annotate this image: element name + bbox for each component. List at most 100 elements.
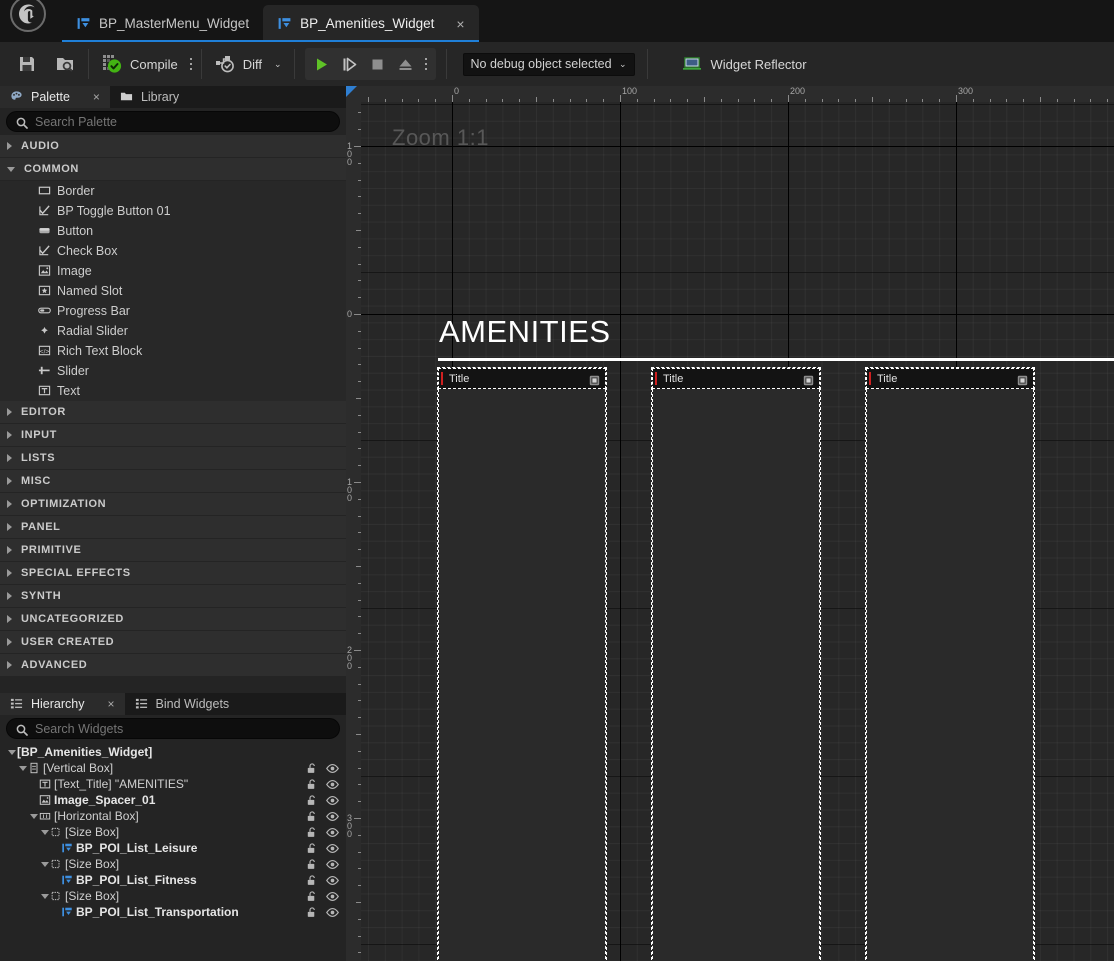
vertical-ruler[interactable]: 30020010001002003004005006007008009001	[346, 102, 361, 961]
hierarchy-tab-hierarchy[interactable]: Hierarchy ×	[0, 693, 125, 715]
palette-category-common[interactable]: COMMON	[0, 158, 346, 181]
lock-open-icon[interactable]	[305, 794, 318, 807]
palette-category-user-created[interactable]: USER CREATED	[0, 631, 346, 654]
palette-category-primitive[interactable]: PRIMITIVE	[0, 539, 346, 562]
lock-open-icon[interactable]	[305, 890, 318, 903]
palette-item-check-box[interactable]: Check Box	[0, 241, 346, 261]
palette-item-named-slot[interactable]: Named Slot	[0, 281, 346, 301]
palette-category-advanced[interactable]: ADVANCED	[0, 654, 346, 677]
close-icon[interactable]: ×	[456, 17, 464, 31]
chevron-down-icon[interactable]	[28, 811, 39, 822]
browse-to-asset-icon	[54, 53, 76, 75]
eye-icon[interactable]	[326, 778, 339, 791]
palette-category-special-effects[interactable]: SPECIAL EFFECTS	[0, 562, 346, 585]
close-icon[interactable]: ×	[93, 90, 100, 104]
play-options-button[interactable]	[421, 53, 432, 75]
diff-button[interactable]: Diff ⌄	[206, 47, 290, 81]
close-icon[interactable]: ×	[108, 697, 115, 711]
palette-category-optimization[interactable]: OPTIMIZATION	[0, 493, 346, 516]
lock-open-icon[interactable]	[305, 810, 318, 823]
eye-icon[interactable]	[326, 794, 339, 807]
search-widgets-input[interactable]: Search Widgets	[6, 718, 340, 739]
palette-item-bp-toggle-button-01[interactable]: BP Toggle Button 01	[0, 201, 346, 221]
hierarchy-row[interactable]: BP_POI_List_Leisure	[0, 840, 346, 856]
poi-list-widget[interactable]: Title	[652, 368, 820, 961]
lock-open-icon[interactable]	[305, 826, 318, 839]
ruler-h-minor-tick	[939, 99, 941, 102]
compile-button[interactable]: Compile	[93, 47, 186, 81]
asset-tab-active[interactable]: BP_Amenities_Widget ×	[62, 5, 479, 42]
stop-button[interactable]	[365, 50, 391, 78]
play-button[interactable]	[309, 50, 335, 78]
debug-object-selector[interactable]: No debug object selected ⌄	[462, 52, 635, 76]
size-box-slot[interactable]: Title	[437, 367, 607, 961]
palette-item-radial-slider[interactable]: Radial Slider	[0, 321, 346, 341]
lock-open-icon[interactable]	[305, 906, 318, 919]
image-spacer-01[interactable]	[438, 358, 1114, 361]
browse-to-asset-button[interactable]	[46, 47, 84, 81]
eye-icon[interactable]	[326, 874, 339, 887]
unreal-engine-logo-icon[interactable]	[10, 0, 46, 32]
eject-button[interactable]	[393, 50, 419, 78]
palette-item-text[interactable]: Text	[0, 381, 346, 401]
lock-open-icon[interactable]	[305, 778, 318, 791]
palette-category-misc[interactable]: MISC	[0, 470, 346, 493]
chevron-down-icon[interactable]	[6, 747, 17, 758]
palette-tab-palette[interactable]: Palette ×	[0, 86, 110, 108]
palette-item-slider[interactable]: Slider	[0, 361, 346, 381]
hierarchy-row[interactable]: [Text_Title] "AMENITIES"	[0, 776, 346, 792]
lock-open-icon[interactable]	[305, 842, 318, 855]
compile-options-button[interactable]	[186, 53, 197, 75]
text-title-amenities[interactable]: AMENITIES	[438, 314, 1114, 350]
eye-icon[interactable]	[326, 842, 339, 855]
search-palette-input[interactable]: Search Palette	[6, 111, 340, 132]
size-box-slot[interactable]: Title	[651, 367, 821, 961]
eye-icon[interactable]	[326, 762, 339, 775]
palette-category-input[interactable]: INPUT	[0, 424, 346, 447]
chevron-down-icon[interactable]	[39, 891, 50, 902]
horizontal-ruler[interactable]: 0001002003004005006007008009001000	[361, 86, 1114, 102]
eye-icon[interactable]	[326, 858, 339, 871]
eye-icon[interactable]	[326, 826, 339, 839]
eye-icon[interactable]	[326, 890, 339, 903]
palette-category-editor[interactable]: EDITOR	[0, 401, 346, 424]
eye-icon[interactable]	[326, 906, 339, 919]
hierarchy-tab-bind-widgets[interactable]: Bind Widgets	[124, 693, 240, 715]
ruler-corner[interactable]	[346, 86, 361, 102]
palette-item-progress-bar[interactable]: Progress Bar	[0, 301, 346, 321]
hierarchy-row[interactable]: [BP_Amenities_Widget]	[0, 744, 346, 760]
hierarchy-row[interactable]: [Horizontal Box]	[0, 808, 346, 824]
chevron-down-icon[interactable]	[39, 827, 50, 838]
palette-category-panel[interactable]: PANEL	[0, 516, 346, 539]
lock-open-icon[interactable]	[305, 762, 318, 775]
lock-open-icon[interactable]	[305, 858, 318, 871]
asset-tab-inactive[interactable]: BP_MasterMenu_Widget	[62, 5, 263, 42]
hierarchy-row[interactable]: [Size Box]	[0, 856, 346, 872]
palette-item-rich-text-block[interactable]: </> Rich Text Block	[0, 341, 346, 361]
palette-category-synth[interactable]: SYNTH	[0, 585, 346, 608]
size-box-slot[interactable]: Title	[865, 367, 1035, 961]
hierarchy-row[interactable]: Image_Spacer_01	[0, 792, 346, 808]
chevron-down-icon[interactable]	[17, 763, 28, 774]
hierarchy-row[interactable]: [Size Box]	[0, 824, 346, 840]
lock-open-icon[interactable]	[305, 874, 318, 887]
palette-item-image[interactable]: Image	[0, 261, 346, 281]
palette-category-lists[interactable]: LISTS	[0, 447, 346, 470]
widget-reflector-button[interactable]: Widget Reflector	[674, 47, 815, 81]
palette-category-uncategorized[interactable]: UNCATEGORIZED	[0, 608, 346, 631]
hierarchy-row[interactable]: [Size Box]	[0, 888, 346, 904]
palette-category-audio[interactable]: AUDIO	[0, 135, 346, 158]
palette-item-button[interactable]: Button	[0, 221, 346, 241]
hierarchy-row[interactable]: BP_POI_List_Transportation	[0, 904, 346, 920]
palette-item-border[interactable]: Border	[0, 181, 346, 201]
chevron-down-icon[interactable]	[39, 859, 50, 870]
eye-icon[interactable]	[326, 810, 339, 823]
palette-tab-library[interactable]: Library	[109, 86, 190, 108]
hierarchy-row[interactable]: [Vertical Box]	[0, 760, 346, 776]
poi-list-widget[interactable]: Title	[866, 368, 1034, 961]
designer-canvas[interactable]: Zoom 1:1 AMENITIES Title Title Title	[361, 102, 1114, 961]
hierarchy-row[interactable]: BP_POI_List_Fitness	[0, 872, 346, 888]
save-button[interactable]	[8, 47, 46, 81]
skip-frame-button[interactable]	[337, 50, 363, 78]
poi-list-widget[interactable]: Title	[438, 368, 606, 961]
